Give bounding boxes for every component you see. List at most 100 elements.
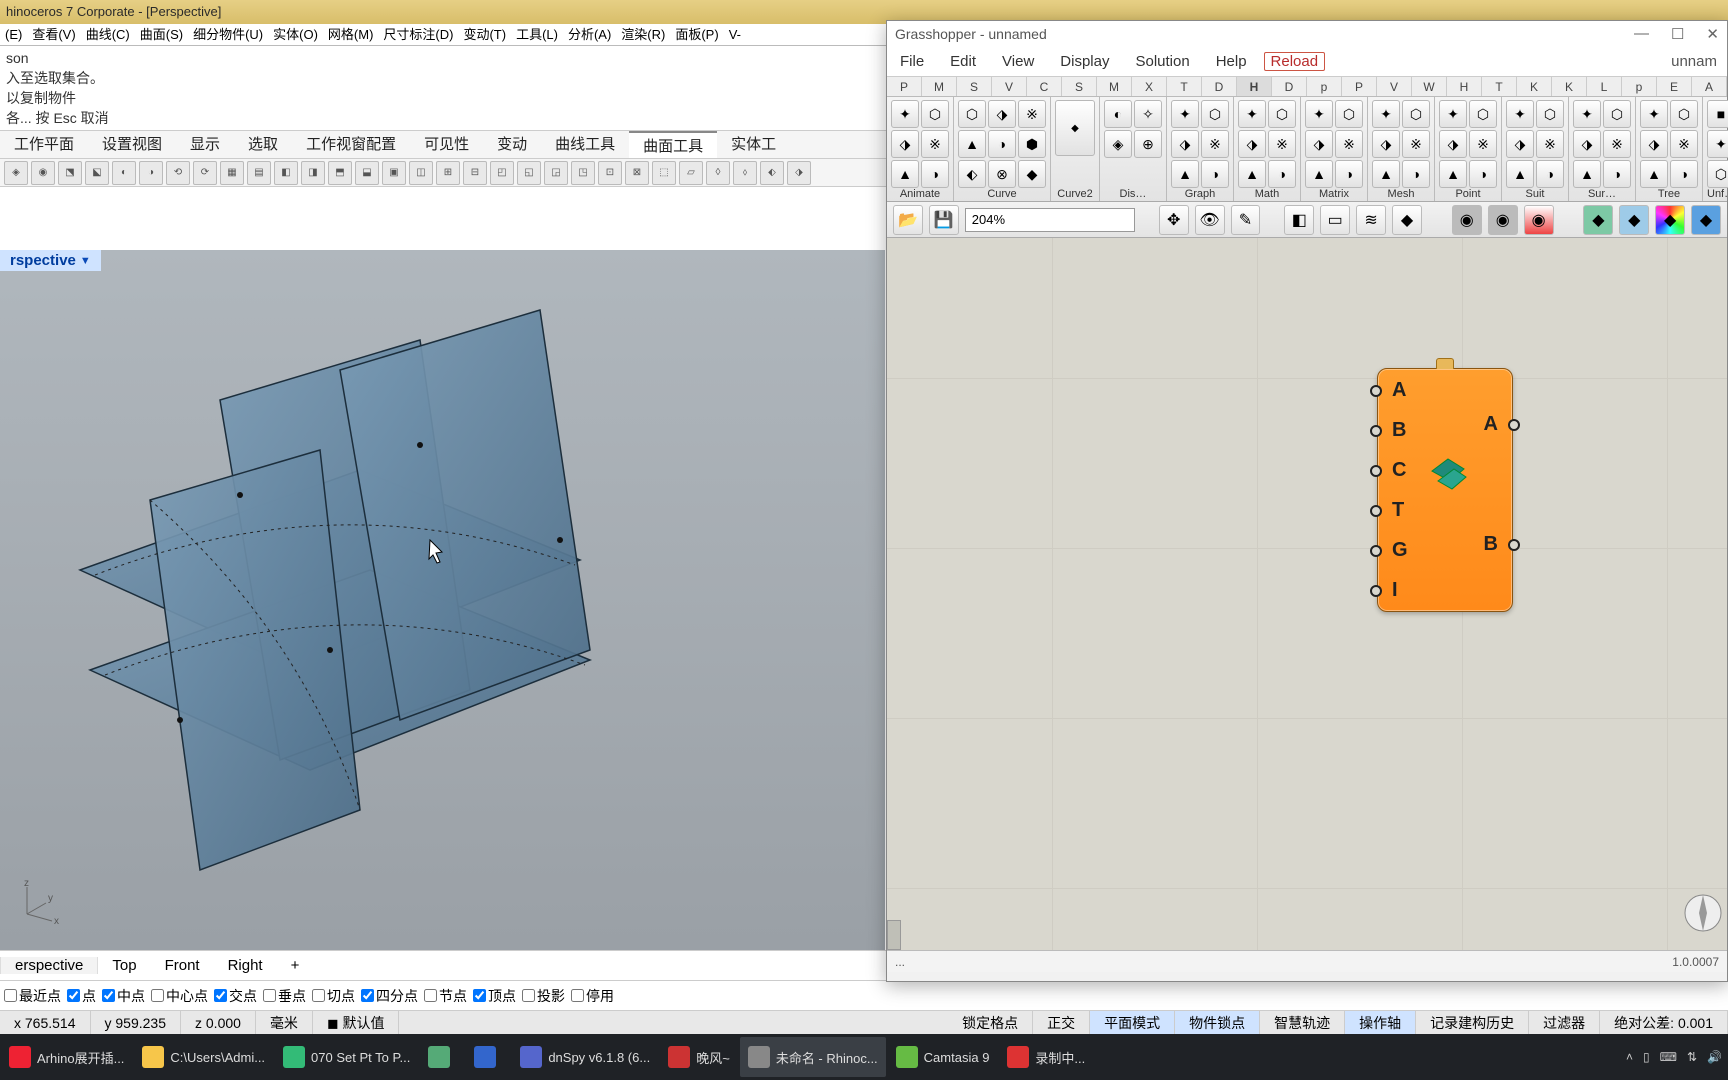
rhino-tab[interactable]: 工作视窗配置 [292, 131, 410, 158]
gh-category-tab[interactable]: P [1342, 77, 1377, 96]
cluster-icon[interactable]: ◧ [1284, 205, 1314, 235]
gh-component-button[interactable]: ⬡ [1201, 100, 1229, 128]
gh-component-button[interactable]: ⬗ [1305, 130, 1333, 158]
rhino-menu-item[interactable]: 尺寸标注(D) [378, 24, 458, 45]
input-port[interactable] [1370, 545, 1382, 557]
osnap-item[interactable]: 切点 [312, 986, 355, 1006]
rhino-tab[interactable]: 显示 [176, 131, 234, 158]
gh-component-button[interactable]: ▲ [891, 160, 919, 188]
windows-taskbar[interactable]: Arhino展开插...C:\Users\Admi...070 Set Pt T… [0, 1034, 1728, 1080]
rhino-menu-item[interactable]: V- [724, 24, 746, 45]
rhino-tool-button[interactable]: ▱ [679, 161, 703, 185]
rhino-view-tab[interactable]: Right [214, 957, 277, 974]
gh-component-button[interactable]: ✦ [1171, 100, 1199, 128]
rhino-tool-button[interactable]: ◈ [4, 161, 28, 185]
viewport-menu-arrow[interactable]: ▼ [80, 255, 91, 267]
osnap-item[interactable]: 节点 [424, 986, 467, 1006]
gh-menu-item[interactable]: View [989, 53, 1047, 70]
gh-component-button[interactable]: ⬗ [1506, 130, 1534, 158]
rhino-tool-button[interactable]: ⊡ [598, 161, 622, 185]
taskbar-item[interactable]: 070 Set Pt To P... [275, 1037, 418, 1077]
gh-component-button[interactable]: ▲ [1238, 160, 1266, 188]
rhino-tool-button[interactable]: ◊ [706, 161, 730, 185]
gh-category-tab[interactable]: W [1412, 77, 1447, 96]
gh-component-button[interactable]: ◑ [1201, 160, 1229, 188]
input-port[interactable] [1370, 425, 1382, 437]
gh-component-button[interactable]: ▲ [1506, 160, 1534, 188]
gh-component-button[interactable]: ◑ [1268, 160, 1296, 188]
tray-up-icon[interactable]: ˄ [1626, 1050, 1633, 1064]
compass-icon[interactable] [1673, 888, 1723, 938]
taskbar-item[interactable]: Camtasia 9 [888, 1037, 998, 1077]
gh-category-tab[interactable]: V [992, 77, 1027, 96]
status-toggle[interactable]: 智慧轨迹 [1260, 1011, 1345, 1035]
preview-custom-icon[interactable]: ◆ [1655, 205, 1685, 235]
status-toggle[interactable]: 平面模式 [1090, 1011, 1175, 1035]
rhino-tab[interactable]: 实体工 [717, 131, 790, 158]
gh-component-button[interactable]: ⬡ [1536, 100, 1564, 128]
taskbar-item[interactable] [466, 1037, 510, 1077]
rhino-menu-item[interactable]: (E) [0, 24, 27, 45]
gh-category-tab[interactable]: p [1622, 77, 1657, 96]
zoom-extents-icon[interactable]: ✥ [1159, 205, 1189, 235]
rhino-tool-button[interactable]: ◉ [31, 161, 55, 185]
rhino-tool-button[interactable]: ◳ [571, 161, 595, 185]
gh-component-button[interactable]: ⬗ [891, 130, 919, 158]
rhino-tool-button[interactable]: ▦ [220, 161, 244, 185]
tray-input-icon[interactable]: ⌨ [1660, 1050, 1677, 1064]
osnap-item[interactable]: 垂点 [263, 986, 306, 1006]
gh-component-button[interactable]: ◑ [1536, 160, 1564, 188]
gh-category-tab[interactable]: P [887, 77, 922, 96]
gh-category-tab[interactable]: E [1657, 77, 1692, 96]
gh-component-button[interactable]: ▲ [1372, 160, 1400, 188]
component-grip[interactable] [1436, 358, 1454, 369]
gh-component-button[interactable]: ※ [1603, 130, 1631, 158]
gh-menu-item[interactable]: Edit [937, 53, 989, 70]
gh-component-button[interactable]: ▲ [1171, 160, 1199, 188]
rhino-tab[interactable]: 设置视图 [88, 131, 176, 158]
gh-component-button[interactable]: ⬗ [1171, 130, 1199, 158]
gh-component-button[interactable]: ✦ [891, 100, 919, 128]
gh-category-tab[interactable]: D [1272, 77, 1307, 96]
rhino-tool-button[interactable]: ▤ [247, 161, 271, 185]
gh-category-tab[interactable]: D [1202, 77, 1237, 96]
gh-component-button[interactable]: ▲ [958, 130, 986, 158]
gh-component-button[interactable]: ✧ [1134, 100, 1162, 128]
sketch-icon[interactable]: ✎ [1231, 205, 1261, 235]
gh-category-tab[interactable]: K [1517, 77, 1552, 96]
rhino-tab[interactable]: 曲面工具 [629, 131, 717, 158]
gh-component-button[interactable]: ⬡ [1707, 160, 1728, 188]
taskbar-item[interactable]: Arhino展开插... [1, 1037, 132, 1077]
tray-battery-icon[interactable]: ▯ [1643, 1050, 1650, 1064]
gh-component-button[interactable]: ◑ [1603, 160, 1631, 188]
rhino-tab[interactable]: 选取 [234, 131, 292, 158]
gh-component-button[interactable]: ◑ [1335, 160, 1363, 188]
layer-indicator[interactable]: ◼ 默认值 [313, 1011, 400, 1035]
gh-component-button[interactable]: ⬡ [1402, 100, 1430, 128]
osnap-item[interactable]: 最近点 [4, 986, 61, 1006]
gh-component-button[interactable]: ◑ [1670, 160, 1698, 188]
gh-titlebar[interactable]: Grasshopper - unnamed — ☐ ✕ [887, 21, 1727, 47]
osnap-item[interactable]: 四分点 [361, 986, 418, 1006]
gh-component-button[interactable]: ⬢ [1018, 130, 1046, 158]
open-file-icon[interactable]: 📂 [893, 205, 923, 235]
canvas-scroll-handle[interactable] [887, 920, 901, 950]
rhino-tool-button[interactable]: ⊠ [625, 161, 649, 185]
gh-component-button[interactable]: ◑ [1402, 160, 1430, 188]
gh-component-button[interactable]: ⊗ [988, 160, 1016, 188]
rhino-menu-item[interactable]: 面板(P) [670, 24, 723, 45]
gh-component-button[interactable]: ▲ [1305, 160, 1333, 188]
gh-component-button[interactable]: ⬡ [1603, 100, 1631, 128]
taskbar-item[interactable]: C:\Users\Admi... [134, 1037, 273, 1077]
gh-component-button[interactable]: ⬡ [1469, 100, 1497, 128]
gh-menu-item[interactable]: Solution [1122, 53, 1202, 70]
gh-component-button[interactable]: ◑ [921, 160, 949, 188]
gh-component[interactable]: ABCTGI AB [1377, 368, 1513, 612]
gh-canvas-toolbar[interactable]: 📂 💾 ✥ 👁 ✎ ◧ ▭ ≋ ◆ ◉ ◉ ◉ ◆ ◆ ◆ ◆ [887, 202, 1727, 238]
gh-reload-button[interactable]: Reload [1264, 52, 1326, 71]
gh-category-tab[interactable]: K [1552, 77, 1587, 96]
rhino-tool-button[interactable]: ⊞ [436, 161, 460, 185]
input-port[interactable] [1370, 585, 1382, 597]
gh-category-tab[interactable]: L [1587, 77, 1622, 96]
rhino-tool-button[interactable]: ◰ [490, 161, 514, 185]
